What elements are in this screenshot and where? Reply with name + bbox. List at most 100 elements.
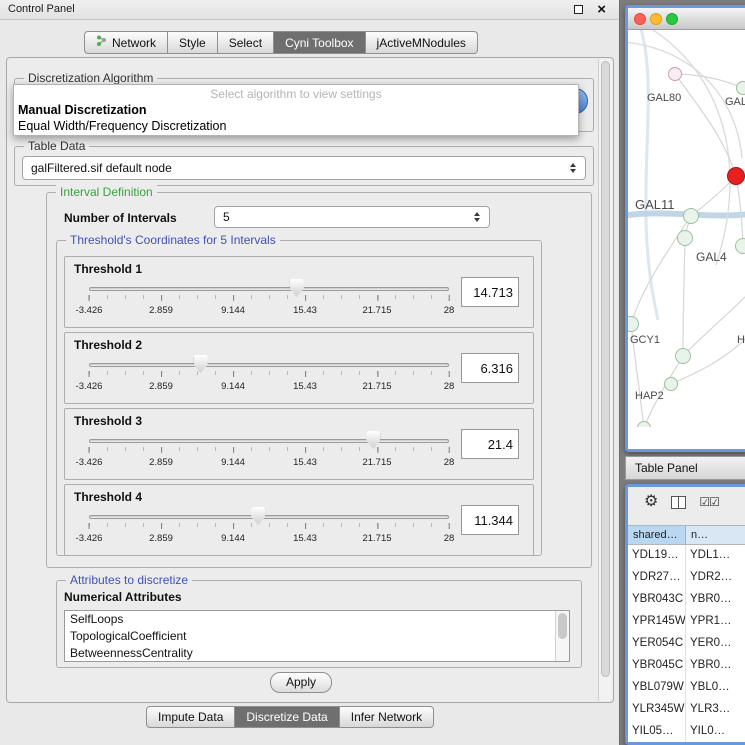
threshold-panel-3: Threshold 3 -3.4262.8599.14415.4321.7152… <box>64 408 534 480</box>
scrollbar-thumb[interactable] <box>601 61 610 677</box>
cell-name[interactable]: YBR0… <box>686 589 745 611</box>
slider-track[interactable] <box>89 515 449 519</box>
gear-icon[interactable]: ⚙ <box>644 494 658 510</box>
cell-shared-name[interactable]: YLR345W <box>628 699 686 721</box>
network-node[interactable] <box>677 230 693 246</box>
number-of-intervals-combobox[interactable]: 5 <box>214 206 490 228</box>
number-of-intervals-label: Number of Intervals <box>64 211 177 225</box>
slider-track[interactable] <box>89 439 449 443</box>
zoom-traffic-light-icon[interactable] <box>666 13 678 25</box>
threshold-label: Threshold 4 <box>74 490 142 504</box>
cell-shared-name[interactable]: YDL19… <box>628 545 686 567</box>
threshold-value-field[interactable] <box>461 353 519 383</box>
network-node[interactable] <box>727 167 745 185</box>
network-node[interactable] <box>683 208 699 224</box>
node-label: GAL4 <box>696 250 727 264</box>
tick-label: 28 <box>444 457 455 468</box>
list-item[interactable]: TopologicalCoefficient <box>65 628 569 645</box>
cell-shared-name[interactable]: YPR145W <box>628 611 686 633</box>
list-scrollbar[interactable] <box>555 611 569 661</box>
table-data-combobox[interactable]: galFiltered.sif default node <box>22 156 586 180</box>
threshold-slider[interactable]: -3.4262.8599.14415.4321.71528 <box>89 507 449 551</box>
threshold-slider[interactable]: -3.4262.8599.14415.4321.71528 <box>89 355 449 399</box>
threshold-value-field[interactable] <box>461 277 519 307</box>
cell-name[interactable]: YDR2… <box>686 567 745 589</box>
scrollbar-thumb[interactable] <box>558 613 567 639</box>
network-node[interactable] <box>735 238 745 254</box>
slider-track[interactable] <box>89 287 449 291</box>
network-node[interactable] <box>736 81 745 95</box>
tick-label: 9.144 <box>221 305 245 316</box>
tab-cyni-toolbox[interactable]: Cyni Toolbox <box>274 31 365 54</box>
network-canvas[interactable]: GAL80 GAL8 GAL11 GAL4 GCY1 HAP2 H <box>628 30 745 427</box>
cell-shared-name[interactable]: YBR043C <box>628 589 686 611</box>
cell-shared-name[interactable]: YBR045C <box>628 655 686 677</box>
columns-icon[interactable] <box>671 496 686 509</box>
cell-name[interactable]: YPR1… <box>686 611 745 633</box>
column-header-name[interactable]: n… <box>686 526 745 544</box>
cell-name[interactable]: YER0… <box>686 633 745 655</box>
tab-label: Impute Data <box>158 710 223 724</box>
select-columns-icon[interactable]: ☑☑ <box>699 495 719 509</box>
node-label: GAL80 <box>647 92 681 104</box>
threshold-value-field[interactable] <box>461 429 519 459</box>
cell-name[interactable]: YLR3… <box>686 699 745 721</box>
tick-label: 9.144 <box>221 533 245 544</box>
interval-definition-title: Interval Definition <box>56 185 157 199</box>
close-traffic-light-icon[interactable] <box>634 13 646 25</box>
dropdown-option-manual-discretization[interactable]: Manual Discretization <box>18 103 147 117</box>
close-icon[interactable]: × <box>597 1 606 19</box>
minimize-traffic-light-icon[interactable] <box>650 13 662 25</box>
table-row[interactable]: YIL05… YIL0… <box>628 721 745 742</box>
tab-jactivemnodules[interactable]: jActiveMNodules <box>366 31 478 54</box>
cell-shared-name[interactable]: YER054C <box>628 633 686 655</box>
tab-network[interactable]: Network <box>84 31 168 54</box>
network-node[interactable] <box>664 377 678 391</box>
table-row[interactable]: YER054C YER0… <box>628 633 745 655</box>
table-row[interactable]: YPR145W YPR1… <box>628 611 745 633</box>
combobox-stepper-icon[interactable] <box>565 163 581 173</box>
tick-label: 21.715 <box>362 457 391 468</box>
tab-style[interactable]: Style <box>168 31 218 54</box>
network-window-titlebar[interactable] <box>628 8 745 30</box>
network-node[interactable] <box>675 348 691 364</box>
threshold-slider[interactable]: -3.4262.8599.14415.4321.71528 <box>89 279 449 323</box>
apply-button[interactable]: Apply <box>270 672 332 693</box>
attributes-group-title: Attributes to discretize <box>66 573 192 587</box>
tick-label: 2.859 <box>149 305 173 316</box>
table-panel-titlebar[interactable]: Table Panel <box>625 456 745 480</box>
dropdown-option-equal-width-frequency[interactable]: Equal Width/Frequency Discretization <box>18 119 226 133</box>
cell-shared-name[interactable]: YBL079W <box>628 677 686 699</box>
cell-name[interactable]: YBL0… <box>686 677 745 699</box>
cell-name[interactable]: YIL0… <box>686 721 745 742</box>
list-item[interactable]: SelfLoops <box>65 611 569 628</box>
node-label: GAL11 <box>635 197 675 212</box>
tab-discretize-data[interactable]: Discretize Data <box>235 706 339 728</box>
cell-name[interactable]: YDL1… <box>686 545 745 567</box>
panel-scrollbar[interactable] <box>598 59 612 701</box>
table-row[interactable]: YDL19… YDL1… <box>628 545 745 567</box>
dropdown-hint-item[interactable]: Select algorithm to view settings <box>14 87 578 101</box>
network-node[interactable] <box>668 67 682 81</box>
numerical-attributes-list[interactable]: SelfLoopsTopologicalCoefficientBetweenne… <box>64 610 570 662</box>
tab-select[interactable]: Select <box>218 31 274 54</box>
table-row[interactable]: YBR045C YBR0… <box>628 655 745 677</box>
list-item[interactable]: BetweennessCentrality <box>65 645 569 662</box>
threshold-value-field[interactable] <box>461 505 519 535</box>
table-row[interactable]: YLR345W YLR3… <box>628 699 745 721</box>
tab-infer-network[interactable]: Infer Network <box>340 706 434 728</box>
table-row[interactable]: YBL079W YBL0… <box>628 677 745 699</box>
cell-name[interactable]: YBR0… <box>686 655 745 677</box>
float-window-icon[interactable] <box>574 5 583 14</box>
combobox-stepper-icon[interactable] <box>469 212 485 222</box>
slider-track[interactable] <box>89 363 449 367</box>
table-row[interactable]: YBR043C YBR0… <box>628 589 745 611</box>
cell-shared-name[interactable]: YDR27… <box>628 567 686 589</box>
cell-shared-name[interactable]: YIL05… <box>628 721 686 742</box>
tab-impute-data[interactable]: Impute Data <box>146 706 235 728</box>
threshold-slider[interactable]: -3.4262.8599.14415.4321.71528 <box>89 431 449 475</box>
table-row[interactable]: YDR27… YDR2… <box>628 567 745 589</box>
tick-label: 21.715 <box>362 533 391 544</box>
node-label: H <box>737 334 745 346</box>
column-header-shared[interactable]: shared… <box>628 526 686 544</box>
